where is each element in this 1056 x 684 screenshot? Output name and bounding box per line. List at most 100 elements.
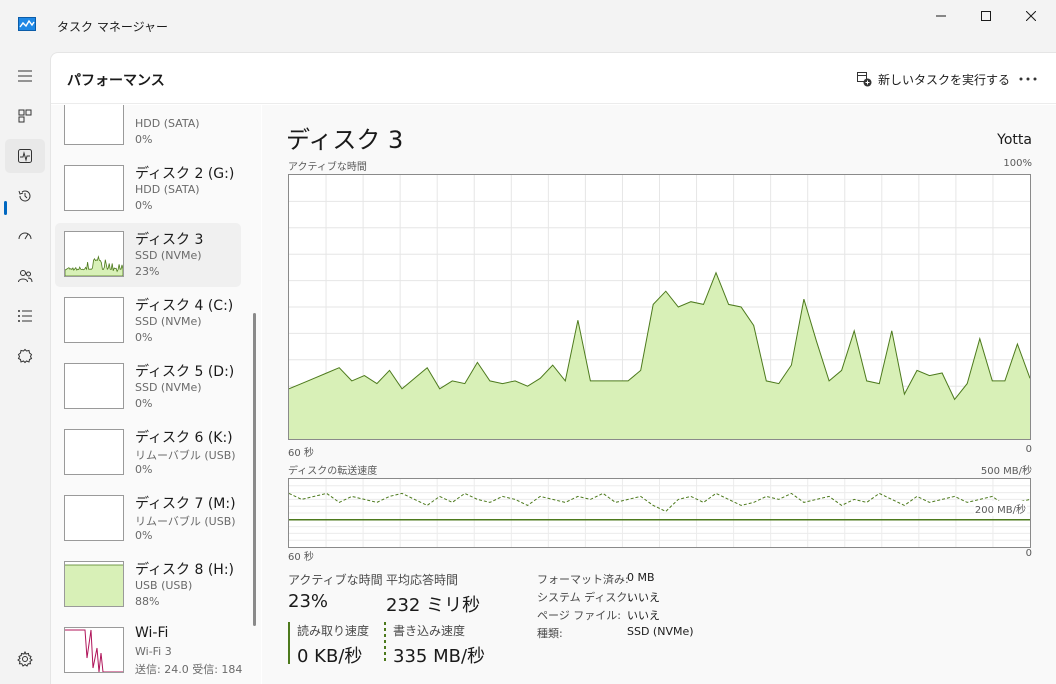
device-usage: 0% <box>135 199 153 212</box>
write-speed-value: 335 MB/秒 <box>393 646 486 667</box>
close-button[interactable] <box>1008 0 1054 32</box>
nav-app-history[interactable] <box>5 179 45 213</box>
menu-icon <box>18 70 32 82</box>
thumbnail-network-line <box>65 629 123 672</box>
thumbnail-activity-area <box>65 255 123 276</box>
details-icon <box>18 310 32 322</box>
device-name: ディスク 5 (D:) <box>135 364 235 380</box>
page-file-key: ページ ファイル: <box>537 609 621 622</box>
nav-details[interactable] <box>5 299 45 333</box>
device-usage: 0% <box>135 133 153 146</box>
title-bar: タスク マネージャー <box>0 0 1056 52</box>
device-item[interactable]: ディスク 2 (G:) HDD (SATA) 0% <box>55 157 241 221</box>
device-type: HDD (SATA) <box>135 183 200 196</box>
device-usage: 23% <box>135 265 160 278</box>
device-item[interactable]: ディスク 3 SSD (NVMe) 23% <box>55 223 241 287</box>
minimize-button[interactable] <box>918 0 964 32</box>
disk-detail-panel: ディスク 3 Yotta アクティブな時間 100% 60 秒 0 ディスクの転… <box>262 105 1056 684</box>
page-file-value: いいえ <box>627 609 660 622</box>
page-header: パフォーマンス 新しいタスクを実行する <box>51 53 1056 104</box>
device-type: リムーバブル (USB) <box>135 515 236 528</box>
device-thumbnail-svg <box>65 105 123 144</box>
device-item[interactable]: Wi-Fi Wi-Fi 3 送信: 24.0 受信: 184 <box>55 619 243 683</box>
device-item[interactable]: HDD (SATA) 0% <box>55 105 241 155</box>
device-type: Wi-Fi 3 <box>135 645 172 658</box>
users-icon <box>18 270 33 283</box>
maximize-icon <box>981 11 991 21</box>
device-item[interactable]: ディスク 5 (D:) SSD (NVMe) 0% <box>55 355 241 419</box>
nav-settings[interactable] <box>5 642 45 676</box>
device-name: Wi-Fi <box>135 625 169 641</box>
device-thumbnail-graph <box>64 105 124 145</box>
transfer-graph-zero-label: 0 <box>1025 548 1032 559</box>
active-time-label: アクティブな時間 <box>288 573 383 587</box>
disk-type-value: SSD (NVMe) <box>627 625 694 638</box>
write-rate-indicator <box>384 622 386 664</box>
activity-graph-zero-label: 0 <box>1025 444 1032 455</box>
main-content: パフォーマンス 新しいタスクを実行する HDD (SATA) 0% ディスク 2 (… <box>50 52 1056 684</box>
device-type: SSD (NVMe) <box>135 315 202 328</box>
performance-icon <box>18 149 32 163</box>
device-name: ディスク 3 <box>135 232 204 248</box>
gear-icon <box>17 651 33 667</box>
system-disk-value: いいえ <box>627 591 660 604</box>
device-thumbnail-graph <box>64 429 124 475</box>
disk-type-key: 種類: <box>537 627 563 640</box>
run-new-task-button[interactable]: 新しいタスクを実行する <box>856 67 1010 91</box>
transfer-graph-max-label: 500 MB/秒 <box>980 466 1032 477</box>
device-item[interactable]: ディスク 4 (C:) SSD (NVMe) 0% <box>55 289 241 353</box>
device-usage: 0% <box>135 529 153 542</box>
nav-processes[interactable] <box>5 99 45 133</box>
navigation-rail <box>0 52 50 684</box>
device-usage: 0% <box>135 463 153 476</box>
activity-graph-svg <box>289 175 1030 439</box>
device-thumbnail-graph <box>64 627 124 673</box>
system-disk-key: システム ディスク: <box>537 591 632 604</box>
transfer-graph-mid-label: 200 MB/秒 <box>973 501 1027 516</box>
device-usage: 0% <box>135 331 153 344</box>
device-item[interactable]: ディスク 7 (M:) リムーバブル (USB) 0% <box>55 487 241 551</box>
maximize-button[interactable] <box>963 0 1009 32</box>
run-new-task-label: 新しいタスクを実行する <box>878 72 1011 87</box>
nav-services[interactable] <box>5 339 45 373</box>
device-name: ディスク 2 (G:) <box>135 166 235 182</box>
device-item[interactable]: ディスク 8 (H:) USB (USB) 88% <box>55 553 241 617</box>
more-options-button[interactable] <box>1016 69 1040 89</box>
activity-graph <box>288 174 1031 440</box>
device-type: USB (USB) <box>135 579 193 592</box>
device-usage: 0% <box>135 397 153 410</box>
read-speed-label: 読み取り速度 <box>297 624 370 638</box>
nav-users[interactable] <box>5 259 45 293</box>
device-name: ディスク 8 (H:) <box>135 562 234 578</box>
device-thumbnail-graph <box>64 561 124 607</box>
transfer-graph-svg <box>289 479 1030 547</box>
avg-response-value: 232 ミリ秒 <box>386 595 481 616</box>
device-item[interactable]: ディスク 6 (K:) リムーバブル (USB) 0% <box>55 421 241 485</box>
nav-performance[interactable] <box>5 139 45 173</box>
device-thumbnail-svg <box>65 166 123 210</box>
device-thumbnail-svg <box>65 496 123 540</box>
device-name: ディスク 7 (M:) <box>135 496 236 512</box>
write-speed-label: 書き込み速度 <box>393 624 466 638</box>
activity-graph-time-label: 60 秒 <box>288 448 314 459</box>
read-rate-indicator <box>288 622 290 664</box>
device-thumbnail-graph <box>64 165 124 211</box>
device-list-scrollbar[interactable] <box>253 313 256 626</box>
device-thumbnail-svg <box>65 298 123 342</box>
device-thumbnail-graph <box>64 231 124 277</box>
device-thumbnail-svg <box>65 364 123 408</box>
menu-button[interactable] <box>5 59 45 93</box>
transfer-graph: 200 MB/秒 <box>288 478 1031 548</box>
device-thumbnail-graph <box>64 363 124 409</box>
device-type: リムーバブル (USB) <box>135 449 236 462</box>
thumbnail-full-area <box>65 565 123 606</box>
disk-model: Yotta <box>997 132 1032 148</box>
device-name: ディスク 4 (C:) <box>135 298 234 314</box>
active-time-value: 23% <box>288 591 329 612</box>
nav-startup-apps[interactable] <box>5 219 45 253</box>
services-icon <box>17 348 33 364</box>
device-thumbnail-graph <box>64 297 124 343</box>
read-speed-value: 0 KB/秒 <box>297 646 363 667</box>
device-usage: 送信: 24.0 受信: 184 <box>135 663 243 676</box>
new-task-icon <box>857 72 872 87</box>
